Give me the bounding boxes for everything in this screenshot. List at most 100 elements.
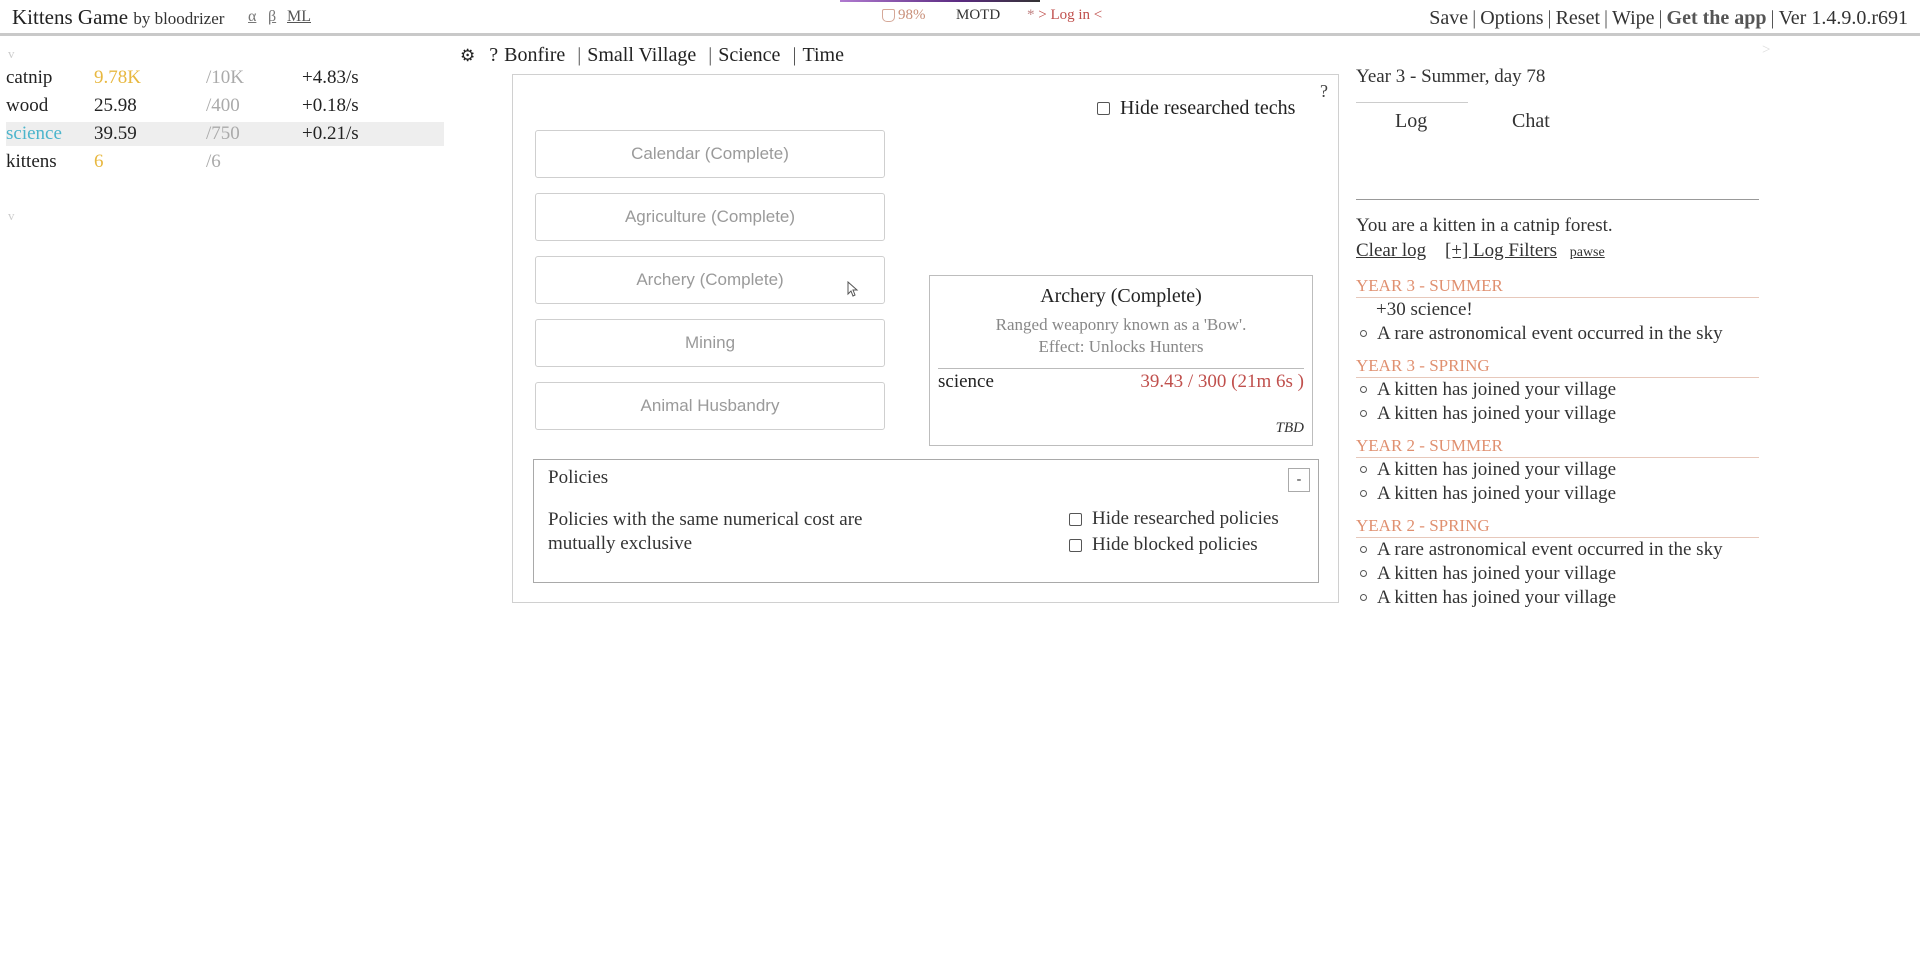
tech-agriculture-button[interactable]: Agriculture (Complete)	[535, 193, 885, 241]
game-title: Kittens Game by bloodrizer	[12, 5, 224, 30]
ml-link[interactable]: ML	[287, 8, 311, 26]
bullet-icon	[1360, 330, 1367, 338]
policies-section: Policies - Policies with the same numeri…	[533, 459, 1319, 583]
tech-calendar-button[interactable]: Calendar (Complete)	[535, 130, 885, 178]
secondary-resources-collapse-toggle[interactable]: v	[8, 208, 15, 224]
alpha-link[interactable]: α	[248, 8, 256, 26]
wipe-button[interactable]: Wipe	[1612, 7, 1655, 29]
checkbox-box[interactable]	[1069, 538, 1082, 552]
tab-time[interactable]: Time	[802, 44, 844, 67]
tab-chat[interactable]: Chat	[1512, 110, 1550, 133]
beta-link[interactable]: β	[268, 8, 276, 26]
resource-amount: 6	[94, 151, 104, 172]
save-button[interactable]: Save	[1429, 7, 1468, 29]
gear-icon[interactable]: ⚙	[460, 46, 475, 66]
log-entry-text: A kitten has joined your village	[1377, 379, 1617, 400]
get-app-link[interactable]: Get the app	[1667, 7, 1767, 29]
resource-rate	[298, 150, 434, 174]
bullet-icon	[1360, 594, 1367, 602]
resource-name: catnip	[6, 67, 53, 88]
tab-bonfire[interactable]: Bonfire	[504, 44, 565, 67]
log-season-header: YEAR 3 - SUMMER	[1356, 276, 1759, 298]
pawse-link[interactable]: pawse	[1570, 245, 1605, 260]
resource-amount: 25.98	[94, 95, 137, 116]
right-panel-collapse-toggle[interactable]: >	[1762, 42, 1770, 59]
log-entry-text: A rare astronomical event occurred in th…	[1377, 539, 1723, 560]
log-entry: +30 science!	[1356, 298, 1759, 322]
log-entry-text: A kitten has joined your village	[1377, 587, 1617, 608]
log-entries: YEAR 3 - SUMMER +30 science! A rare astron…	[1356, 276, 1759, 620]
log-entry: A rare astronomical event occurred in th…	[1356, 322, 1759, 346]
hide-researched-techs-checkbox[interactable]: Hide researched techs	[1097, 97, 1295, 120]
log-entry: A kitten has joined your village	[1356, 562, 1759, 586]
tooltip-cost-value: 39.43 / 300 (21m 6s )	[1140, 371, 1304, 392]
log-entry: A kitten has joined your village	[1356, 458, 1759, 482]
tech-archery-button[interactable]: Archery (Complete)	[535, 256, 885, 304]
resource-max: /400	[206, 95, 240, 116]
log-season-header: YEAR 2 - SPRING	[1356, 516, 1759, 538]
tooltip-cost-resource: science	[938, 371, 994, 392]
bullet-icon	[1360, 546, 1367, 554]
options-button[interactable]: Options	[1480, 7, 1543, 29]
hide-researched-techs-label: Hide researched techs	[1120, 97, 1296, 119]
bullet-icon	[1360, 490, 1367, 498]
tab-log[interactable]: Log	[1395, 110, 1427, 133]
clear-log-link[interactable]: Clear log	[1356, 240, 1426, 261]
tooltip-flavor-text: Ranged weaponry known as a 'Bow'.	[995, 315, 1247, 334]
login-link[interactable]: * > Log in <	[1027, 7, 1102, 24]
bullet-icon	[1360, 466, 1367, 474]
log-entry-text: A kitten has joined your village	[1377, 459, 1617, 480]
log-entry-text: A rare astronomical event occurred in th…	[1377, 323, 1723, 344]
policies-title: Policies	[548, 467, 609, 488]
tab-small-village[interactable]: Small Village	[587, 44, 696, 67]
help-icon[interactable]: ?	[489, 44, 498, 67]
tooltip-description: Ranged weaponry known as a 'Bow'. Effect…	[930, 314, 1312, 358]
resource-row-catnip[interactable]: catnip 9.78K/10K +4.83/s	[0, 66, 445, 90]
tooltip-title: Archery (Complete)	[1040, 285, 1202, 307]
log-entry-text: A kitten has joined your village	[1377, 403, 1617, 424]
login-text: > Log in <	[1038, 7, 1103, 23]
motd-button[interactable]: MOTD	[956, 7, 1000, 24]
main-tabs: ⚙ ? Bonfire | Small Village | Science | …	[460, 44, 844, 67]
resource-name: kittens	[6, 151, 57, 172]
log-intro-text: You are a kitten in a catnip forest.	[1356, 215, 1613, 236]
login-star: *	[1027, 7, 1035, 23]
reset-button[interactable]: Reset	[1556, 7, 1600, 29]
log-entry: A rare astronomical event occurred in th…	[1356, 538, 1759, 562]
hide-researched-policies-label: Hide researched policies	[1092, 508, 1279, 529]
log-divider	[1356, 199, 1759, 200]
science-help-icon[interactable]: ?	[1320, 81, 1328, 102]
resource-row-end	[434, 122, 444, 146]
tab-science[interactable]: Science	[718, 44, 780, 67]
log-filters-link[interactable]: [+] Log Filters	[1445, 240, 1557, 261]
cat-face-icon	[882, 9, 895, 22]
resource-row-wood[interactable]: wood 25.98/400 +0.18/s	[0, 94, 445, 118]
tech-mining-button[interactable]: Mining	[535, 319, 885, 367]
resource-row-science[interactable]: science 39.59/750 +0.21/s	[0, 122, 445, 146]
checkbox-box[interactable]	[1069, 512, 1082, 526]
resource-amount: 39.59	[90, 122, 202, 146]
log-group: YEAR 2 - SUMMER A kitten has joined your …	[1356, 436, 1759, 506]
tech-tooltip: Archery (Complete) Ranged weaponry known…	[929, 275, 1313, 446]
hide-blocked-policies-checkbox[interactable]: Hide blocked policies	[1069, 534, 1258, 556]
hide-blocked-policies-label: Hide blocked policies	[1092, 534, 1258, 555]
tab-separator: |	[708, 44, 713, 66]
resource-name: wood	[6, 95, 49, 116]
checkbox-box[interactable]	[1097, 102, 1110, 115]
happiness-indicator: 98%	[882, 7, 926, 24]
resources-collapse-toggle[interactable]: v	[8, 46, 15, 62]
log-controls: Clear log [+] Log Filters pawse	[1356, 240, 1605, 262]
resource-rate: +4.83/s	[302, 67, 359, 88]
policies-collapse-button[interactable]: -	[1288, 468, 1310, 492]
tooltip-divider	[938, 368, 1304, 369]
tech-animal-husbandry-button[interactable]: Animal Husbandry	[535, 382, 885, 430]
log-entry: A kitten has joined your village	[1356, 378, 1759, 402]
resource-max: /750	[202, 122, 298, 146]
tab-separator: |	[577, 44, 582, 66]
bullet-icon	[1360, 386, 1367, 394]
resource-rate: +0.18/s	[302, 95, 359, 116]
log-group: YEAR 3 - SUMMER +30 science! A rare astron…	[1356, 276, 1759, 346]
resource-rate: +0.21/s	[298, 122, 434, 146]
hide-researched-policies-checkbox[interactable]: Hide researched policies	[1069, 508, 1279, 530]
resource-row-kittens[interactable]: kittens 6/6	[0, 150, 445, 174]
